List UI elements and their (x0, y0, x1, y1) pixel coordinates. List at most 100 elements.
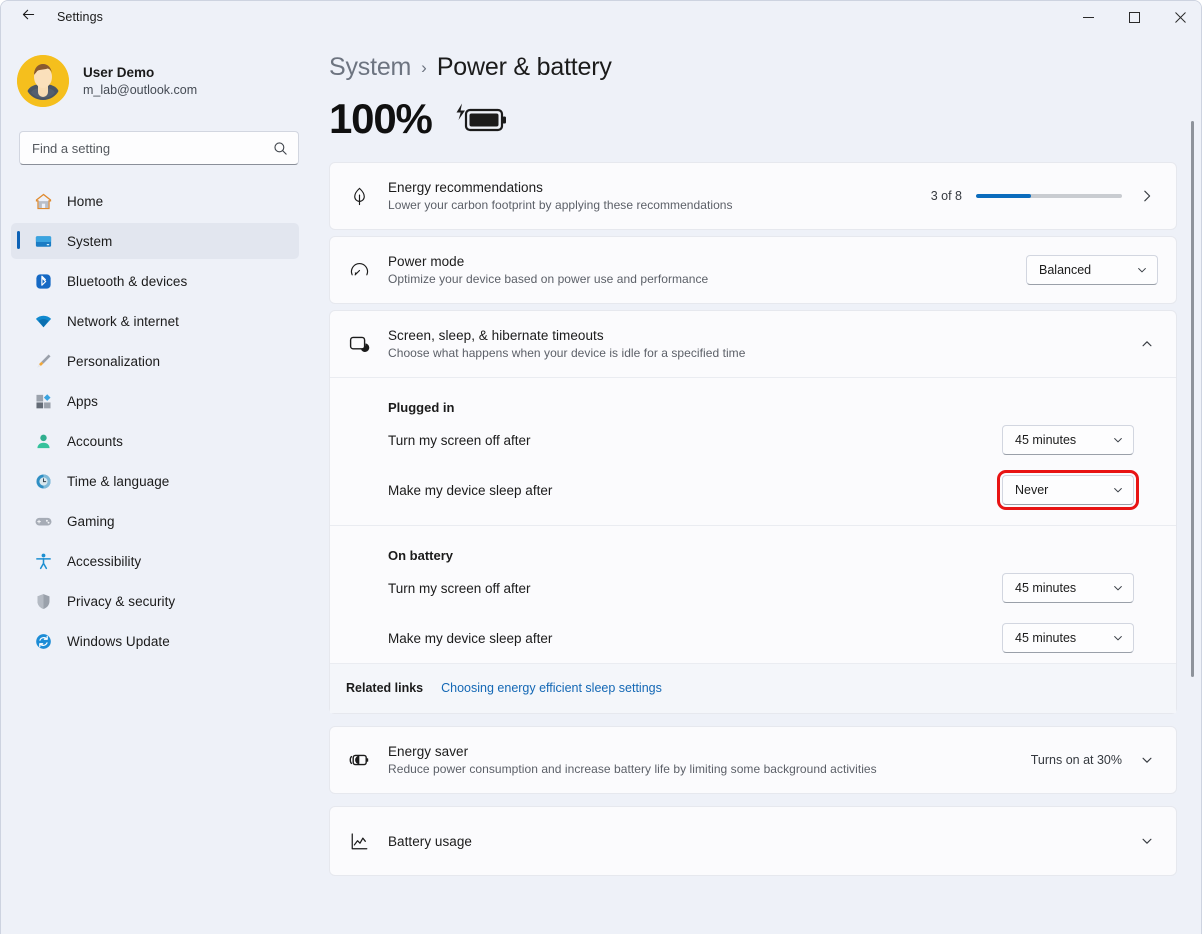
close-button[interactable] (1157, 1, 1202, 33)
sidebar-item-time-language[interactable]: Time & language (11, 463, 299, 499)
sidebar-item-apps[interactable]: Apps (11, 383, 299, 419)
page-title: Power & battery (437, 53, 612, 82)
chevron-down-icon[interactable] (1136, 830, 1158, 852)
search-box[interactable] (19, 131, 299, 165)
sidebar-item-label: Apps (67, 394, 98, 409)
row-label: Make my device sleep after (388, 483, 1002, 498)
sidebar-item-system[interactable]: System (11, 223, 299, 259)
minimize-icon (1083, 12, 1094, 23)
settings-card-list: Energy recommendations Lower your carbon… (313, 140, 1202, 876)
breadcrumb-parent[interactable]: System (329, 53, 411, 82)
accessibility-person-icon (33, 551, 53, 571)
chart-line-icon (344, 826, 374, 856)
clock-globe-icon (33, 471, 53, 491)
row-label: Turn my screen off after (388, 581, 1002, 596)
sidebar-item-label: Personalization (67, 354, 160, 369)
battery-percent: 100% (329, 98, 432, 140)
home-icon (33, 191, 53, 211)
sidebar-item-accessibility[interactable]: Accessibility (11, 543, 299, 579)
maximize-icon (1129, 12, 1140, 23)
leaf-icon (344, 181, 374, 211)
account-name: User Demo (83, 64, 197, 82)
sidebar-item-gaming[interactable]: Gaming (11, 503, 299, 539)
sidebar-item-accounts[interactable]: Accounts (11, 423, 299, 459)
recommendations-progress (976, 194, 1122, 198)
progress-fill (976, 194, 1031, 198)
card-title: Energy recommendations (388, 180, 931, 195)
apps-grid-icon (33, 391, 53, 411)
on-battery-sleep-after-dropdown[interactable]: 45 minutes (1002, 623, 1134, 653)
recommendations-count: 3 of 8 (931, 189, 962, 203)
sidebar-item-label: Time & language (67, 474, 169, 489)
search-icon[interactable] (273, 141, 288, 156)
dropdown-value: Balanced (1039, 263, 1091, 277)
power-mode-dropdown[interactable]: Balanced (1026, 255, 1158, 285)
system-monitor-icon (33, 231, 53, 251)
sidebar-nav: Home System (1, 183, 313, 659)
sidebar-item-bluetooth-devices[interactable]: Bluetooth & devices (11, 263, 299, 299)
card-title: Power mode (388, 254, 1026, 269)
dropdown-value: 45 minutes (1015, 581, 1076, 595)
search-input[interactable] (32, 141, 273, 156)
energy-saver-icon (344, 745, 374, 775)
refresh-circle-icon (33, 631, 53, 651)
card-energy-recommendations[interactable]: Energy recommendations Lower your carbon… (329, 162, 1177, 230)
sidebar-item-label: Windows Update (67, 634, 170, 649)
sidebar-item-label: Home (67, 194, 103, 209)
chevron-down-icon (1112, 582, 1124, 594)
card-power-mode[interactable]: Power mode Optimize your device based on… (329, 236, 1177, 304)
card-title: Screen, sleep, & hibernate timeouts (388, 328, 1136, 343)
sidebar-item-label: Network & internet (67, 314, 179, 329)
sidebar-item-windows-update[interactable]: Windows Update (11, 623, 299, 659)
paintbrush-icon (33, 351, 53, 371)
plugged-in-sleep-after-dropdown[interactable]: Never (1002, 475, 1134, 505)
sidebar-item-home[interactable]: Home (11, 183, 299, 219)
chevron-down-icon (1112, 484, 1124, 496)
timeout-row: Make my device sleep after 45 minutes (330, 613, 1176, 663)
sidebar-item-privacy-security[interactable]: Privacy & security (11, 583, 299, 619)
timeouts-header[interactable]: Screen, sleep, & hibernate timeouts Choo… (330, 311, 1176, 377)
sidebar-item-label: Accounts (67, 434, 123, 449)
card-battery-usage[interactable]: Battery usage (329, 806, 1177, 876)
close-icon (1175, 12, 1186, 23)
timeouts-group-plugged-in: Plugged in Turn my screen off after 45 m… (330, 377, 1176, 526)
plugged-in-screen-off-dropdown[interactable]: 45 minutes (1002, 425, 1134, 455)
chevron-up-icon[interactable] (1136, 333, 1158, 355)
wifi-icon (33, 311, 53, 331)
chevron-down-icon (1112, 632, 1124, 644)
sidebar-item-label: System (67, 234, 112, 249)
screen-sleep-icon (344, 329, 374, 359)
dropdown-value: Never (1015, 483, 1048, 497)
chevron-right-icon[interactable] (1136, 185, 1158, 207)
minimize-button[interactable] (1065, 1, 1111, 33)
timeout-row: Turn my screen off after 45 minutes (330, 563, 1176, 613)
account-block[interactable]: User Demo m_lab@outlook.com (1, 33, 313, 107)
battery-charging-icon (452, 99, 510, 139)
bluetooth-icon (33, 271, 53, 291)
vertical-scrollbar[interactable] (1186, 33, 1200, 934)
chevron-down-icon[interactable] (1136, 749, 1158, 771)
account-email: m_lab@outlook.com (83, 82, 197, 98)
card-title: Energy saver (388, 744, 1031, 759)
card-energy-saver[interactable]: Energy saver Reduce power consumption an… (329, 726, 1177, 794)
sidebar: User Demo m_lab@outlook.com (1, 33, 313, 934)
card-subtitle: Reduce power consumption and increase ba… (388, 762, 1031, 776)
on-battery-screen-off-dropdown[interactable]: 45 minutes (1002, 573, 1134, 603)
dropdown-value: 45 minutes (1015, 433, 1076, 447)
group-heading: On battery (330, 526, 1176, 563)
title-bar: Settings (1, 1, 1202, 33)
settings-window: Settings (0, 0, 1202, 934)
sidebar-item-personalization[interactable]: Personalization (11, 343, 299, 379)
scrollbar-thumb[interactable] (1191, 121, 1194, 677)
back-button[interactable] (11, 1, 45, 33)
sidebar-item-label: Privacy & security (67, 594, 175, 609)
dropdown-value: 45 minutes (1015, 631, 1076, 645)
sidebar-item-label: Bluetooth & devices (67, 274, 187, 289)
avatar (17, 55, 69, 107)
sidebar-item-network-internet[interactable]: Network & internet (11, 303, 299, 339)
row-label: Turn my screen off after (388, 433, 1002, 448)
maximize-button[interactable] (1111, 1, 1157, 33)
group-heading: Plugged in (330, 378, 1176, 415)
related-link-sleep-settings[interactable]: Choosing energy efficient sleep settings (441, 681, 662, 695)
arrow-left-icon (20, 6, 37, 28)
